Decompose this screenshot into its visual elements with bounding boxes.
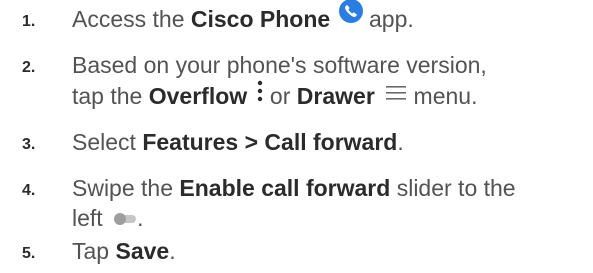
step-text: Tap Save. bbox=[72, 235, 176, 267]
step-text-post: . bbox=[397, 129, 404, 155]
step-text-pre: tap the bbox=[72, 83, 149, 109]
step-text-line-1: Swipe the Enable call forward slider to … bbox=[72, 172, 516, 204]
step-text-bold: Save bbox=[115, 238, 170, 264]
step-number: 5. bbox=[22, 245, 36, 262]
instruction-steps: 1. Access the Cisco Phone app. 2. Based … bbox=[0, 0, 593, 273]
step-text-bold: Cisco Phone bbox=[190, 6, 331, 32]
step-number: 4. bbox=[22, 182, 36, 199]
step-number: 2. bbox=[22, 59, 36, 76]
step-number: 3. bbox=[22, 136, 36, 153]
step-text-post: app. bbox=[362, 6, 414, 32]
step-text-pre: Tap bbox=[72, 238, 116, 264]
step-number: 1. bbox=[22, 13, 36, 30]
toggle-off-icon bbox=[113, 202, 137, 234]
drawer-menu-icon bbox=[385, 77, 407, 109]
overflow-menu-icon bbox=[256, 78, 264, 110]
step-text-bold: Enable call forward bbox=[179, 175, 391, 201]
step-text-line-2: left . bbox=[72, 202, 143, 236]
step-text: Select Features > Call forward. bbox=[72, 126, 404, 158]
step-text-bold-drawer: Drawer bbox=[296, 83, 375, 109]
step-text-line-2: tap the Overflow or Drawer menu. bbox=[72, 80, 477, 114]
step-text-line-1: Based on your phone's software version, bbox=[72, 52, 487, 78]
phone-app-icon bbox=[338, 0, 363, 31]
step-text: Access the Cisco Phone app. bbox=[72, 0, 414, 37]
step-text-post: slider to the bbox=[390, 175, 516, 201]
step-text-post: menu. bbox=[407, 83, 478, 109]
step-text-post: . bbox=[169, 238, 176, 264]
step-text-pre: Swipe the bbox=[72, 175, 180, 201]
step-text-pre: Select bbox=[72, 129, 143, 155]
step-text-bold-overflow: Overflow bbox=[148, 83, 248, 109]
step-text-bold: Features > Call forward bbox=[142, 129, 398, 155]
step-text-left: left bbox=[72, 205, 103, 231]
step-text-post: . bbox=[137, 205, 144, 231]
step-text-pre: Access the bbox=[72, 6, 191, 32]
step-text-mid: or bbox=[263, 83, 297, 109]
